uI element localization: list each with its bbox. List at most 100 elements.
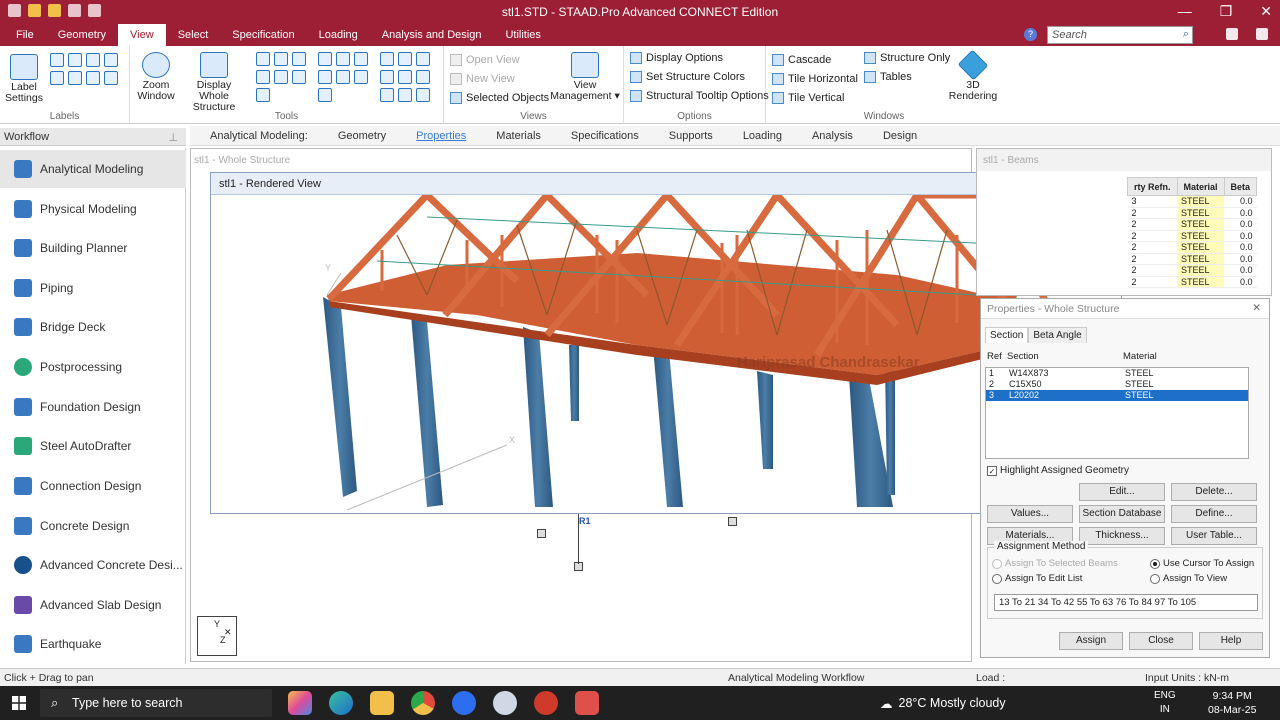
structural-tooltip-button[interactable]: Structural Tooltip Options <box>630 90 769 102</box>
col-material[interactable]: Material <box>1176 177 1225 196</box>
edit-list-input[interactable]: 13 To 21 34 To 42 55 To 63 76 To 84 97 T… <box>994 594 1258 611</box>
menu-view[interactable]: View <box>118 24 166 46</box>
col-property-ref[interactable]: rty Refn. <box>1127 177 1178 196</box>
maximize-button[interactable]: ❐ <box>1220 3 1233 20</box>
help-icon[interactable]: ? <box>1024 28 1037 41</box>
refresh-icon[interactable] <box>398 88 412 102</box>
define-button[interactable]: Define... <box>1171 505 1257 523</box>
display-options-button[interactable]: Display Options <box>630 52 723 64</box>
tab-beta-angle[interactable]: Beta Angle <box>1028 327 1087 343</box>
workflow-bridge-deck[interactable]: Bridge Deck <box>0 308 186 346</box>
rotate-right-icon[interactable] <box>380 70 394 84</box>
weather-text[interactable]: 28°C Mostly cloudy <box>899 696 1006 710</box>
support-node[interactable] <box>537 529 546 538</box>
windows-start-icon[interactable] <box>12 696 26 710</box>
label-solid-icon[interactable] <box>104 53 118 67</box>
beams-window[interactable]: stl1 - Beams rty Refn. Material Beta 3 ST… <box>976 148 1272 296</box>
beam-row[interactable]: 2 STEEL 0.0 <box>1127 276 1257 288</box>
spin-left-icon[interactable] <box>398 70 412 84</box>
view-right-icon[interactable] <box>318 70 332 84</box>
help-button[interactable]: Help <box>1199 632 1263 650</box>
workflow-concrete-design[interactable]: Concrete Design <box>0 507 186 545</box>
menu-specification[interactable]: Specification <box>220 24 306 46</box>
label-beam-icon[interactable] <box>68 53 82 67</box>
menu-select[interactable]: Select <box>166 24 221 46</box>
assign-button[interactable]: Assign <box>1059 632 1123 650</box>
zoom-prev-icon[interactable] <box>256 70 270 84</box>
menu-analysis-design[interactable]: Analysis and Design <box>370 24 494 46</box>
pan-icon[interactable] <box>256 88 270 102</box>
beam-row[interactable]: 2 STEEL 0.0 <box>1127 230 1257 242</box>
section-row[interactable]: 1 W14X873 STEEL <box>986 368 1248 379</box>
tab-loading[interactable]: Loading <box>728 130 797 142</box>
zoom-icon[interactable] <box>452 691 476 715</box>
fit-icon[interactable] <box>416 88 430 102</box>
tab-geometry[interactable]: Geometry <box>323 130 401 142</box>
workflow-advanced-concrete-design[interactable]: Advanced Concrete Desi... <box>0 546 186 584</box>
tile-horizontal-button[interactable]: Tile Horizontal <box>772 73 858 85</box>
tables-button[interactable]: Tables <box>864 71 912 83</box>
tab-section[interactable]: Section <box>985 327 1029 343</box>
section-database-button[interactable]: Section Database <box>1079 505 1165 523</box>
3d-rendering-button[interactable]: 3D Rendering <box>946 49 1000 102</box>
structure-only-button[interactable]: Structure Only <box>864 52 950 64</box>
delete-button[interactable]: Delete... <box>1171 483 1257 501</box>
view-top-icon[interactable] <box>336 70 350 84</box>
tab-analysis[interactable]: Analysis <box>797 130 868 142</box>
app-icon[interactable] <box>493 691 517 715</box>
language-indicator[interactable]: ENG IN <box>1154 689 1176 717</box>
zoom-out-icon[interactable] <box>274 52 288 66</box>
section-row-selected[interactable]: 3 L20202 STEEL <box>986 390 1248 401</box>
beam-row[interactable]: 2 STEEL 0.0 <box>1127 253 1257 265</box>
rotate-left-icon[interactable] <box>416 52 430 66</box>
radio-assign-selected-beams[interactable]: Assign To Selected Beams <box>992 558 1118 569</box>
properties-close-icon[interactable]: ✕ <box>1252 302 1261 314</box>
label-section-icon[interactable] <box>86 71 100 85</box>
beam-row[interactable]: 2 STEEL 0.0 <box>1127 218 1257 231</box>
label-plate-icon[interactable] <box>86 53 100 67</box>
beam-row[interactable]: 3 STEEL 0.0 <box>1127 195 1257 208</box>
tab-materials[interactable]: Materials <box>481 130 556 142</box>
new-view-button[interactable]: New View <box>450 73 515 85</box>
workflow-analytical-modeling[interactable]: Analytical Modeling <box>0 150 186 188</box>
wps-icon[interactable] <box>534 691 558 715</box>
copilot-icon[interactable] <box>288 691 312 715</box>
section-list[interactable]: 1 W14X873 STEEL 2 C15X50 STEEL 3 L20202 STEEL <box>985 367 1249 459</box>
taskbar-search[interactable]: ⌕ Type here to search <box>40 689 272 717</box>
label-load-icon[interactable] <box>68 71 82 85</box>
zoom-all-icon[interactable] <box>274 70 288 84</box>
label-support-icon[interactable] <box>50 71 64 85</box>
menu-geometry[interactable]: Geometry <box>46 24 118 46</box>
workflow-foundation-design[interactable]: Foundation Design <box>0 388 186 426</box>
rotate-reset-icon[interactable] <box>380 88 394 102</box>
workflow-earthquake[interactable]: Earthquake <box>0 625 186 663</box>
share-icon[interactable] <box>1226 28 1238 40</box>
zoom-dynamic-icon[interactable] <box>292 52 306 66</box>
support-node[interactable] <box>728 517 737 526</box>
view-back-icon[interactable] <box>336 52 350 66</box>
label-settings-button[interactable]: Label Settings <box>4 54 44 104</box>
staad-taskbar-icon[interactable] <box>575 691 599 715</box>
beam-row[interactable]: 2 STEEL 0.0 <box>1127 264 1257 277</box>
search-icon[interactable]: ⌕ <box>1183 28 1189 41</box>
selected-objects-button[interactable]: Selected Objects <box>450 92 549 104</box>
tab-supports[interactable]: Supports <box>654 130 728 142</box>
radio-assign-edit-list[interactable]: Assign To Edit List <box>992 573 1082 584</box>
label-axis-icon[interactable] <box>104 71 118 85</box>
view-management-button[interactable]: View Management ▾ <box>548 52 622 102</box>
user-icon[interactable] <box>1256 28 1268 40</box>
weather-icon[interactable]: ☁ <box>880 696 893 711</box>
thickness-button[interactable]: Thickness... <box>1079 527 1165 545</box>
file-explorer-icon[interactable] <box>370 691 394 715</box>
rotate-down-icon[interactable] <box>398 52 412 66</box>
workflow-steel-autodrafter[interactable]: Steel AutoDrafter <box>0 427 186 465</box>
menu-utilities[interactable]: Utilities <box>493 24 552 46</box>
close-button[interactable]: ✕ <box>1260 3 1272 20</box>
user-table-button[interactable]: User Table... <box>1171 527 1257 545</box>
open-view-button[interactable]: Open View <box>450 54 520 66</box>
close-button[interactable]: Close <box>1129 632 1193 650</box>
workflow-building-planner[interactable]: Building Planner <box>0 229 186 267</box>
zoom-in-icon[interactable] <box>256 52 270 66</box>
edge-icon[interactable] <box>329 691 353 715</box>
beam-row[interactable]: 2 STEEL 0.0 <box>1127 207 1257 219</box>
